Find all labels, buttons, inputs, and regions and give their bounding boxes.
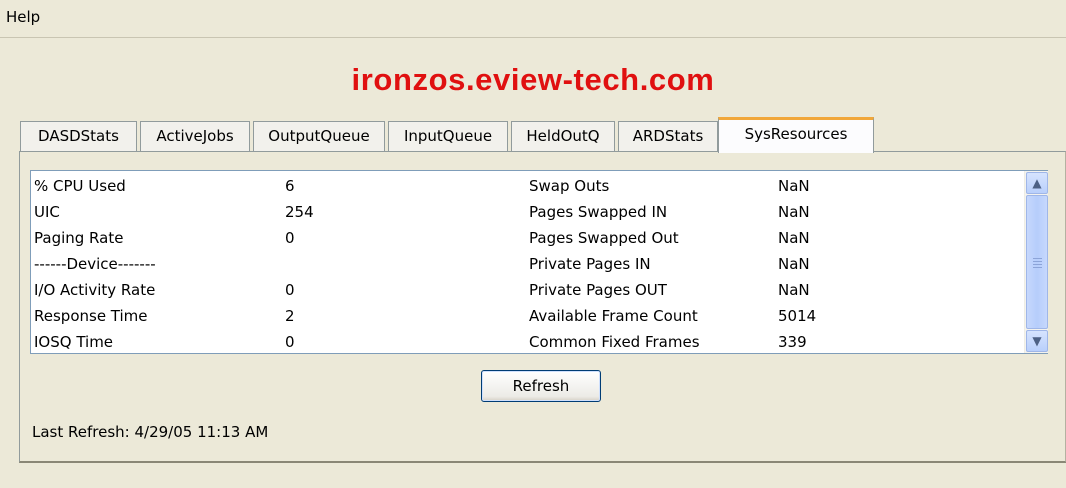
metric-value: 339	[778, 333, 807, 351]
metric-value: 5014	[778, 307, 817, 325]
metric-value: 6	[285, 177, 295, 195]
table-row[interactable]: % CPU Used 6 Swap Outs NaN	[31, 175, 1023, 201]
section-divider-device: ------Device-------	[34, 255, 156, 273]
resources-grid: % CPU Used 6 Swap Outs NaN UIC 254 Pages…	[31, 171, 1023, 353]
metric-value: NaN	[778, 229, 810, 247]
tab-activejobs[interactable]: ActiveJobs	[140, 121, 250, 152]
metric-name: Private Pages OUT	[529, 281, 667, 299]
refresh-button[interactable]: Refresh	[481, 370, 601, 402]
metric-name: Response Time	[34, 307, 148, 325]
table-row[interactable]: Response Time 2 Available Frame Count 50…	[31, 305, 1023, 331]
metric-value: 0	[285, 333, 295, 351]
tab-heldoutq[interactable]: HeldOutQ	[511, 121, 615, 152]
metric-name: Paging Rate	[34, 229, 124, 247]
table-row[interactable]: UIC 254 Pages Swapped IN NaN	[31, 201, 1023, 227]
host-title: ironzos.eview-tech.com	[351, 62, 715, 97]
tab-outputqueue[interactable]: OutputQueue	[253, 121, 385, 152]
metric-value: 0	[285, 281, 295, 299]
table-row[interactable]: ------Device------- Private Pages IN NaN	[31, 253, 1023, 279]
tab-sysresources[interactable]: SysResources	[718, 117, 874, 153]
metric-value: NaN	[778, 281, 810, 299]
metric-name: Common Fixed Frames	[529, 333, 700, 351]
metric-name: Available Frame Count	[529, 307, 698, 325]
grip-line	[1033, 264, 1042, 265]
metric-name: Swap Outs	[529, 177, 610, 195]
metric-name: IOSQ Time	[34, 333, 114, 351]
grip-line	[1033, 261, 1042, 262]
grip-line	[1033, 258, 1042, 259]
last-refresh-status: Last Refresh: 4/29/05 11:13 AM	[32, 423, 269, 441]
scroll-down-arrow-icon[interactable]: ▼	[1026, 330, 1048, 352]
metric-value: 254	[285, 203, 314, 221]
menu-bar: Help	[0, 0, 1066, 38]
grip-line	[1033, 267, 1042, 268]
metric-name: % CPU Used	[34, 177, 126, 195]
tab-dasdstats[interactable]: DASDStats	[20, 121, 137, 152]
metric-name: Pages Swapped Out	[529, 229, 679, 247]
metric-name: I/O Activity Rate	[34, 281, 156, 299]
vertical-scrollbar[interactable]: ▲ ▼	[1024, 171, 1048, 353]
scrollbar-thumb[interactable]	[1026, 195, 1048, 329]
menu-help[interactable]: Help	[4, 8, 42, 26]
tab-inputqueue[interactable]: InputQueue	[388, 121, 508, 152]
tab-ardstats[interactable]: ARDStats	[618, 121, 718, 152]
metric-name: Private Pages IN	[529, 255, 651, 273]
scroll-up-arrow-icon[interactable]: ▲	[1026, 172, 1048, 194]
metric-value: NaN	[778, 203, 810, 221]
metric-value: NaN	[778, 177, 810, 195]
metric-name: Pages Swapped IN	[529, 203, 668, 221]
metric-value: 2	[285, 307, 295, 325]
table-row[interactable]: Paging Rate 0 Pages Swapped Out NaN	[31, 227, 1023, 253]
resources-table: % CPU Used 6 Swap Outs NaN UIC 254 Pages…	[30, 170, 1048, 354]
table-row[interactable]: I/O Activity Rate 0 Private Pages OUT Na…	[31, 279, 1023, 305]
metric-name: UIC	[34, 203, 60, 221]
table-row[interactable]: IOSQ Time 0 Common Fixed Frames 339	[31, 331, 1023, 357]
metric-value: 0	[285, 229, 295, 247]
metric-value: NaN	[778, 255, 810, 273]
